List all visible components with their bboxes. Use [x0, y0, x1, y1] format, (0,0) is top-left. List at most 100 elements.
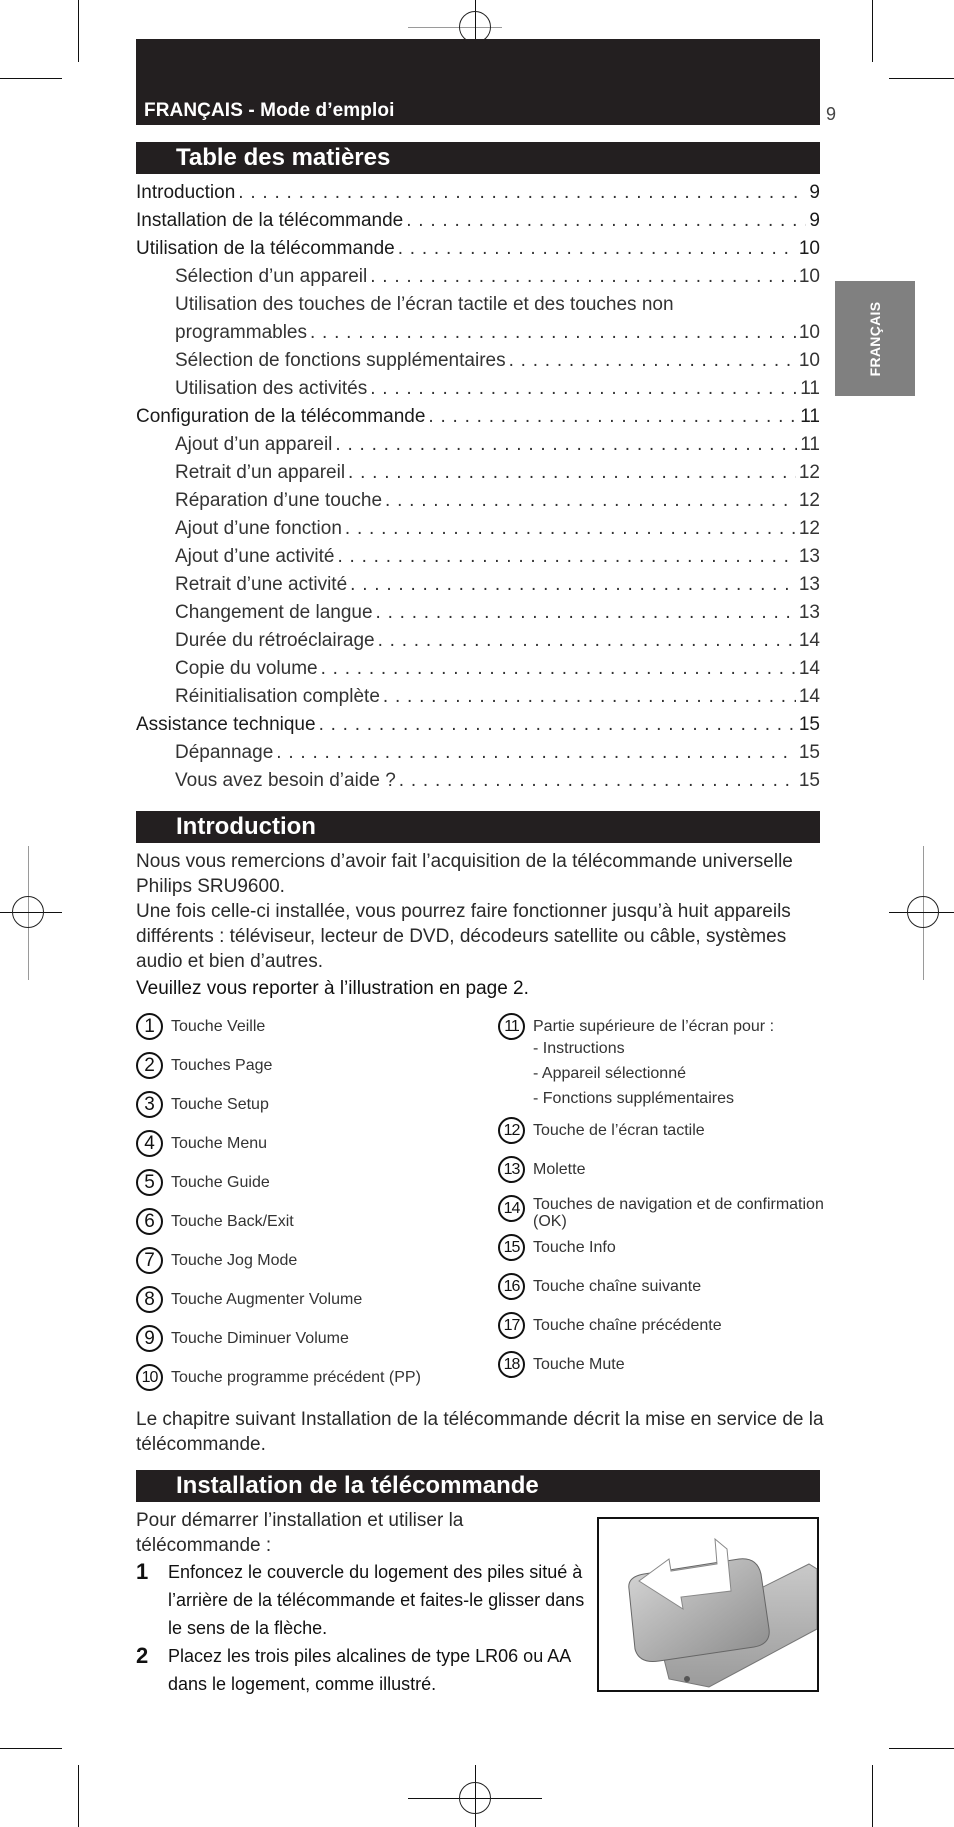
- circled-number-icon: 7: [136, 1247, 163, 1274]
- legend-item: 3 Touche Setup: [136, 1091, 486, 1130]
- legend-sub-item: - Fonctions supplémentaires: [533, 1090, 734, 1107]
- legend-item: 13 Molette: [498, 1156, 828, 1195]
- circled-number-icon: 16: [498, 1273, 525, 1300]
- circled-number-icon: 5: [136, 1169, 163, 1196]
- installation-steps: 1 Enfoncez le couvercle du logement des p…: [136, 1558, 586, 1698]
- toc-entry[interactable]: Copie du volume 14: [136, 658, 820, 686]
- legend-label: Touche Setup: [171, 1096, 269, 1113]
- crop-mark: [78, 0, 79, 62]
- circled-number-icon: 14: [498, 1195, 525, 1222]
- step-number: 1: [136, 1559, 149, 1584]
- legend-text: Partie supérieure de l’écran pour : - Ins…: [533, 1013, 774, 1111]
- toc-entry-page: 15: [798, 770, 820, 791]
- toc-leader-dots: [348, 462, 796, 484]
- circled-number-icon: 2: [136, 1052, 163, 1079]
- legend-label: Touches de navigation et de confirmation…: [533, 1196, 824, 1230]
- circled-number-icon: 6: [136, 1208, 163, 1235]
- legend-text: Touche Mute: [533, 1351, 625, 1374]
- toc-entry[interactable]: Durée du rétroéclairage 14: [136, 630, 820, 658]
- legend-text: Touches de navigation et de confirmation…: [533, 1195, 828, 1230]
- toc-entry[interactable]: Vous avez besoin d’aide ? 15: [136, 770, 820, 798]
- toc-entry-title: Durée du rétroéclairage: [175, 630, 375, 651]
- toc-entry[interactable]: Retrait d’un appareil 12: [136, 462, 820, 490]
- toc-leader-dots: [383, 686, 796, 708]
- toc-entry[interactable]: Utilisation de la télécommande 10: [136, 238, 820, 266]
- toc-entry[interactable]: Réparation d’une touche 12: [136, 490, 820, 518]
- circled-number-icon: 13: [498, 1156, 525, 1183]
- toc-entry-title: Copie du volume: [175, 658, 318, 679]
- legend-text: Touche Jog Mode: [171, 1247, 297, 1270]
- toc-entry[interactable]: Retrait d’une activité 13: [136, 574, 820, 602]
- toc-entry-page: 10: [798, 238, 820, 259]
- toc-entry-page: 10: [798, 266, 820, 287]
- legend-item: 12 Touche de l’écran tactile: [498, 1117, 828, 1156]
- toc-entry[interactable]: Ajout d’un appareil 11: [136, 434, 820, 462]
- toc-entry[interactable]: Ajout d’une fonction 12: [136, 518, 820, 546]
- toc-entry[interactable]: Sélection d’un appareil 10: [136, 266, 820, 294]
- installation-step: 1 Enfoncez le couvercle du logement des p…: [136, 1558, 586, 1642]
- legend-label: Touche Menu: [171, 1135, 268, 1152]
- toc-entry-title: Ajout d’une activité: [175, 546, 335, 567]
- toc-leader-dots: [335, 434, 797, 456]
- toc-entry-title: Ajout d’un appareil: [175, 434, 333, 455]
- toc-entry[interactable]: Sélection de fonctions supplémentaires 10: [136, 350, 820, 378]
- legend-label: Touche de l’écran tactile: [533, 1122, 705, 1139]
- toc-leader-dots: [428, 406, 797, 428]
- legend-text: Touche Augmenter Volume: [171, 1286, 362, 1309]
- toc-entry[interactable]: Assistance technique 15: [136, 714, 820, 742]
- legend-text: Touches Page: [171, 1052, 272, 1075]
- legend-label: Touche Guide: [171, 1174, 270, 1191]
- toc-entry-title: programmables: [175, 322, 307, 343]
- language-side-tab-label: FRANÇAIS: [867, 301, 883, 376]
- toc-leader-dots: [509, 350, 796, 372]
- toc-leader-dots: [350, 574, 796, 596]
- legend-item: 2 Touches Page: [136, 1052, 486, 1091]
- toc-entry[interactable]: Ajout d’une activité 13: [136, 546, 820, 574]
- step-text: Enfoncez le couvercle du logement des pi…: [168, 1562, 585, 1638]
- toc-entry-title: Changement de langue: [175, 602, 373, 623]
- toc-entry-page: 11: [800, 406, 820, 427]
- toc-leader-dots: [385, 490, 796, 512]
- toc-heading: Table des matières: [176, 144, 391, 171]
- legend-item: 5 Touche Guide: [136, 1169, 486, 1208]
- toc-entry-page: 11: [800, 434, 820, 455]
- legend-item: 14 Touches de navigation et de confirmati…: [498, 1195, 828, 1234]
- legend-label: Touche Mute: [533, 1356, 625, 1373]
- introduction-heading: Introduction: [176, 813, 316, 840]
- toc-entry-title: Utilisation de la télécommande: [136, 238, 395, 259]
- toc-entry[interactable]: Configuration de la télécommande 11: [136, 406, 820, 434]
- toc-entry[interactable]: Changement de langue 13: [136, 602, 820, 630]
- toc-entry[interactable]: programmables 10: [136, 322, 820, 350]
- legend-label: Touche Veille: [171, 1018, 266, 1035]
- introduction-closing: Le chapitre suivant Installation de la t…: [136, 1409, 824, 1455]
- crop-mark: [78, 1765, 79, 1827]
- toc-entry-title: Installation de la télécommande: [136, 210, 404, 231]
- toc-entry[interactable]: Dépannage 15: [136, 742, 820, 770]
- toc-entry[interactable]: Réinitialisation complète 14: [136, 686, 820, 714]
- crop-mark: [872, 0, 873, 62]
- toc-entry-page: 15: [798, 714, 820, 735]
- legend-label: Touche Back/Exit: [171, 1213, 294, 1230]
- legend-label: Touche Augmenter Volume: [171, 1291, 363, 1308]
- toc-leader-dots: [310, 322, 796, 344]
- circled-number-icon: 10: [136, 1364, 163, 1391]
- legend-sub-item: - Appareil sélectionné: [533, 1065, 686, 1082]
- toc-leader-dots: [345, 518, 796, 540]
- toc-entry-title: Sélection de fonctions supplémentaires: [175, 350, 506, 371]
- toc-entry[interactable]: Utilisation des activités 11: [136, 378, 820, 406]
- legend-sub-item: - Instructions: [533, 1040, 625, 1057]
- circled-number-icon: 1: [136, 1013, 163, 1040]
- toc-entry-page: 11: [800, 378, 820, 399]
- toc-entry-title: Introduction: [136, 182, 236, 203]
- crop-mark: [889, 1748, 954, 1749]
- circled-number-icon: 18: [498, 1351, 525, 1378]
- toc-entry[interactable]: Introduction 9: [136, 182, 820, 210]
- toc-entry[interactable]: Utilisation des touches de l’écran tacti…: [136, 294, 820, 322]
- crop-mark: [0, 78, 62, 79]
- toc-entry[interactable]: Installation de la télécommande 9: [136, 210, 820, 238]
- circled-number-icon: 4: [136, 1130, 163, 1157]
- crop-mark: [0, 1748, 62, 1749]
- table-of-contents: Introduction9Installation de la télécomm…: [136, 182, 820, 798]
- legend-text: Touche Guide: [171, 1169, 270, 1192]
- toc-entry-page: 14: [798, 686, 820, 707]
